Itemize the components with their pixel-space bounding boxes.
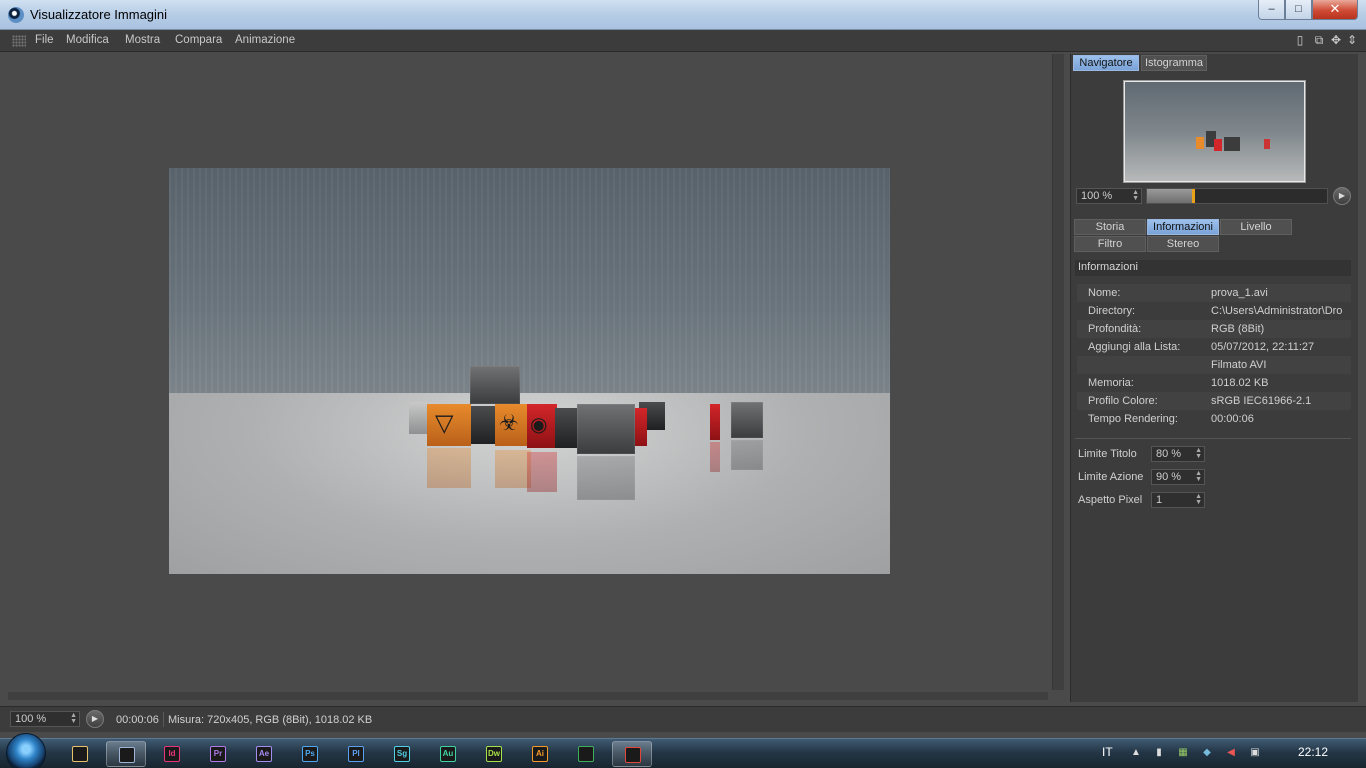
tab-storia[interactable]: Storia [1074, 219, 1146, 235]
slider-handle[interactable] [1192, 189, 1195, 203]
taskbar-chrome[interactable] [612, 741, 652, 767]
taskbar-speedgrade[interactable]: Sg [382, 741, 422, 767]
horizontal-scrollbar[interactable] [8, 692, 1048, 700]
limite-titolo-field[interactable]: 80 % ▲ ▼ [1151, 446, 1205, 462]
aspetto-pixel-label: Aspetto Pixel [1078, 494, 1143, 506]
menu-modifica[interactable]: Modifica [66, 34, 109, 46]
taskbar-dreamweaver[interactable]: Dw [474, 741, 514, 767]
limite-azione-label: Limite Azione [1078, 471, 1144, 483]
explorer-icon [72, 746, 88, 762]
clock[interactable]: 22:12 [1298, 745, 1328, 759]
table-row: Profilo Colore: sRGB IEC61966-2.1 [1077, 392, 1351, 410]
taskbar-photoshop[interactable]: Ps [290, 741, 330, 767]
network-icon[interactable]: ▣ [1249, 747, 1261, 759]
panel-layout-icon[interactable]: ▯ [1293, 32, 1307, 48]
menu-grip-icon [12, 35, 26, 47]
signal-icon[interactable]: ▮ [1153, 747, 1165, 759]
audition-icon: Au [440, 746, 456, 762]
cinema4d-app-icon [8, 7, 24, 23]
spinner-arrows-icon[interactable]: ▲ ▼ [1195, 447, 1202, 460]
info-table: Nome: prova_1.avi Directory: C:\Users\Admi… [1077, 284, 1351, 428]
dropbox-icon[interactable]: ◆ [1201, 747, 1213, 759]
right-panel: Navigatore Istogramma 100 % ▲ ▼ ▶ Storia … [1070, 54, 1358, 702]
menu-file[interactable]: File [35, 34, 54, 46]
spinner-arrows-icon[interactable]: ▲ ▼ [1132, 189, 1139, 202]
status-zoom-field[interactable]: 100 % ▲ ▼ [10, 711, 80, 727]
minimize-button[interactable]: – [1258, 0, 1285, 20]
status-bar: 100 % ▲ ▼ ▶ 00:00:06 Misura: 720x405, RGB… [0, 706, 1366, 732]
title-bar: Visualizzatore Immagini – □ ✕ [0, 0, 1366, 30]
dreamweaver-icon: Dw [486, 746, 502, 762]
biohazard-icon: ☣ [499, 410, 519, 435]
premiere-icon: Pr [210, 746, 226, 762]
dock-arrow-icon[interactable]: ⇕ [1345, 32, 1359, 48]
chrome-icon [625, 747, 641, 763]
taskbar-indesign[interactable]: Id [152, 741, 192, 767]
tab-livello[interactable]: Livello [1220, 219, 1292, 235]
limite-titolo-label: Limite Titolo [1078, 448, 1137, 460]
navigator-thumbnail[interactable] [1123, 80, 1306, 183]
table-row: Nome: prova_1.avi [1077, 284, 1351, 302]
vertical-scrollbar[interactable] [1052, 54, 1064, 690]
table-row: Aggiungi alla Lista: 05/07/2012, 22:11:27 [1088, 341, 1315, 353]
table-row: Profondità: RGB (8Bit) [1077, 320, 1351, 338]
tab-filtro[interactable]: Filtro [1074, 236, 1146, 252]
tab-stereo[interactable]: Stereo [1147, 236, 1219, 252]
taskbar-premiere[interactable]: Pr [198, 741, 238, 767]
taskbar-excel[interactable] [566, 741, 606, 767]
status-play-button[interactable]: ▶ [86, 710, 104, 728]
rendered-image[interactable]: ▽ ☣ ◉ [169, 168, 890, 574]
taskbar-prelude[interactable]: Pl [336, 741, 376, 767]
tab-istogramma[interactable]: Istogramma [1141, 55, 1207, 71]
taskbar-audition[interactable]: Au [428, 741, 468, 767]
table-row: Memoria: 1018.02 KB [1088, 377, 1269, 389]
divider [1075, 438, 1351, 439]
window-title: Visualizzatore Immagini [30, 7, 168, 22]
hazard-circle-icon: ◉ [530, 414, 548, 436]
table-row: Tempo Rendering: 00:00:06 [1088, 413, 1254, 425]
spinner-arrows-icon[interactable]: ▲ ▼ [1195, 470, 1202, 483]
cinema4d-icon [119, 747, 135, 763]
menu-bar: File Modifica Mostra Compara Animazione … [0, 30, 1366, 52]
menu-mostra[interactable]: Mostra [125, 34, 160, 46]
move-icon[interactable]: ✥ [1329, 32, 1343, 48]
aspetto-pixel-field[interactable]: 1 ▲ ▼ [1151, 492, 1205, 508]
info-section-heading: Informazioni [1075, 260, 1351, 276]
spinner-arrows-icon[interactable]: ▲ ▼ [1195, 493, 1202, 506]
illustrator-icon: Ai [532, 746, 548, 762]
windows-taskbar: Id Pr Ae Ps Pl Sg Au Dw Ai IT ▲ ▮ ▦ ◆ ◀ ▣ 22:12 [0, 733, 1366, 768]
spreadsheet-tray-icon[interactable]: ▦ [1177, 747, 1189, 759]
spinner-arrows-icon[interactable]: ▲ ▼ [70, 712, 77, 725]
taskbar-illustrator[interactable]: Ai [520, 741, 560, 767]
start-button[interactable] [6, 733, 46, 768]
status-image-info: Misura: 720x405, RGB (8Bit), 1018.02 KB [168, 714, 373, 726]
taskbar-aftereffects[interactable]: Ae [244, 741, 284, 767]
new-window-icon[interactable]: ⧉ [1312, 32, 1326, 48]
menu-compara[interactable]: Compara [175, 34, 222, 46]
status-time: 00:00:06 [116, 714, 159, 726]
limite-azione-field[interactable]: 90 % ▲ ▼ [1151, 469, 1205, 485]
indesign-icon: Id [164, 746, 180, 762]
speedgrade-icon: Sg [394, 746, 410, 762]
volume-muted-icon[interactable]: ◀ [1225, 747, 1237, 759]
excel-icon [578, 746, 594, 762]
menu-animazione[interactable]: Animazione [235, 34, 295, 46]
table-row: Filmato AVI [1077, 356, 1351, 374]
navigator-play-button[interactable]: ▶ [1333, 187, 1351, 205]
language-indicator[interactable]: IT [1102, 745, 1113, 759]
aftereffects-icon: Ae [256, 746, 272, 762]
tab-navigatore[interactable]: Navigatore [1073, 55, 1139, 71]
tab-informazioni[interactable]: Informazioni [1147, 219, 1219, 235]
show-hidden-icons-icon[interactable]: ▲ [1130, 747, 1142, 759]
navigator-zoom-slider[interactable] [1146, 188, 1328, 204]
navigator-zoom-field[interactable]: 100 % ▲ ▼ [1076, 188, 1142, 204]
photoshop-icon: Ps [302, 746, 318, 762]
maximize-button[interactable]: □ [1285, 0, 1312, 20]
taskbar-explorer[interactable] [60, 741, 100, 767]
taskbar-cinema4d[interactable] [106, 741, 146, 767]
table-row: Directory: C:\Users\Administrator\Dro [1088, 305, 1343, 317]
close-button[interactable]: ✕ [1312, 0, 1358, 20]
prelude-icon: Pl [348, 746, 364, 762]
warning-triangle-icon: ▽ [435, 410, 454, 437]
